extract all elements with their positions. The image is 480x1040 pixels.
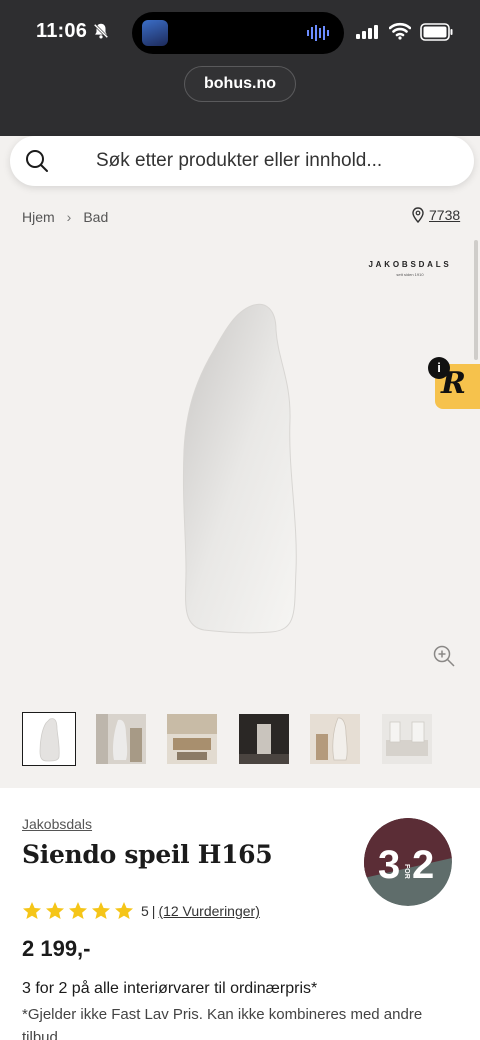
promo-big-right: 2 [412,843,434,887]
location-pin-icon [412,207,424,223]
status-time: 11:06 [36,20,88,42]
info-icon[interactable]: i [428,357,450,379]
promo-big-left: 3 [378,843,400,887]
thumbnail-strip [22,712,438,768]
zoom-in-icon[interactable] [432,644,456,668]
store-selector[interactable]: 7738 [411,207,460,223]
brand-logo-subtext: sett siden 1910 [396,272,424,277]
breadcrumb-home[interactable]: Hjem [22,209,55,225]
star-icon [46,902,64,919]
breadcrumb: Hjem › Bad [22,209,108,225]
rating-separator: | [151,903,156,919]
thumbnail-2[interactable] [96,714,146,764]
star-icon [23,902,41,919]
thumbnail-4[interactable] [239,714,289,764]
search-input[interactable] [96,136,456,186]
star-icon [115,902,133,919]
brand-link[interactable]: Jakobsdals [22,816,92,832]
store-number[interactable]: 7738 [429,207,460,223]
thumbnail-3[interactable] [167,714,217,764]
rating-row: 5 | (12 Vurderinger) [22,901,260,921]
reviews-link[interactable]: (12 Vurderinger) [158,903,259,919]
battery-icon [420,23,453,41]
star-icon [69,902,87,919]
breadcrumb-bad[interactable]: Bad [83,209,108,225]
scrollbar[interactable] [474,240,478,360]
thumbnail-room-image [96,714,146,764]
thumbnail-5[interactable] [310,714,360,764]
promo-small: FOR [403,864,410,879]
rating-value: 5 [141,903,149,919]
thumbnail-livingroom-image [167,714,217,764]
browser-chrome: 11:06 bohus.no [0,0,480,136]
dynamic-island [132,12,344,54]
thumbnail-1[interactable] [22,712,76,766]
three-for-two-badge: 3 FOR 2 [364,818,452,906]
bell-slash-icon [93,23,109,39]
search-icon[interactable] [24,148,50,174]
offer-text: 3 for 2 på alle interiørvarer til ordinæ… [22,980,318,997]
thumbnail-dark-room-image [239,714,289,764]
audio-wave-icon [307,25,329,41]
brand-logo: JAKOBSDALS sett siden 1910 [368,260,452,277]
product-title: Siendo speil H165 [22,840,273,869]
now-playing-app-icon [142,20,168,46]
chevron-right-icon: › [66,209,72,225]
offer-note: *Gjelder ikke Fast Lav Pris. Kan ikke ko… [22,1006,423,1040]
url-bar[interactable]: bohus.no [184,66,296,102]
wifi-icon [389,22,411,40]
product-price: 2 199,- [22,936,91,961]
search-bar[interactable] [10,136,474,186]
product-image-mirror[interactable] [176,300,306,640]
brand-logo-text: JAKOBSDALS [368,260,452,269]
thumbnail-hallway-image [310,714,360,764]
signal-icon [356,25,378,39]
thumbnail-6[interactable] [382,714,432,764]
thumbnail-mirror-image [39,718,60,762]
thumbnail-bedroom-image [382,714,432,764]
star-icon [92,902,110,919]
